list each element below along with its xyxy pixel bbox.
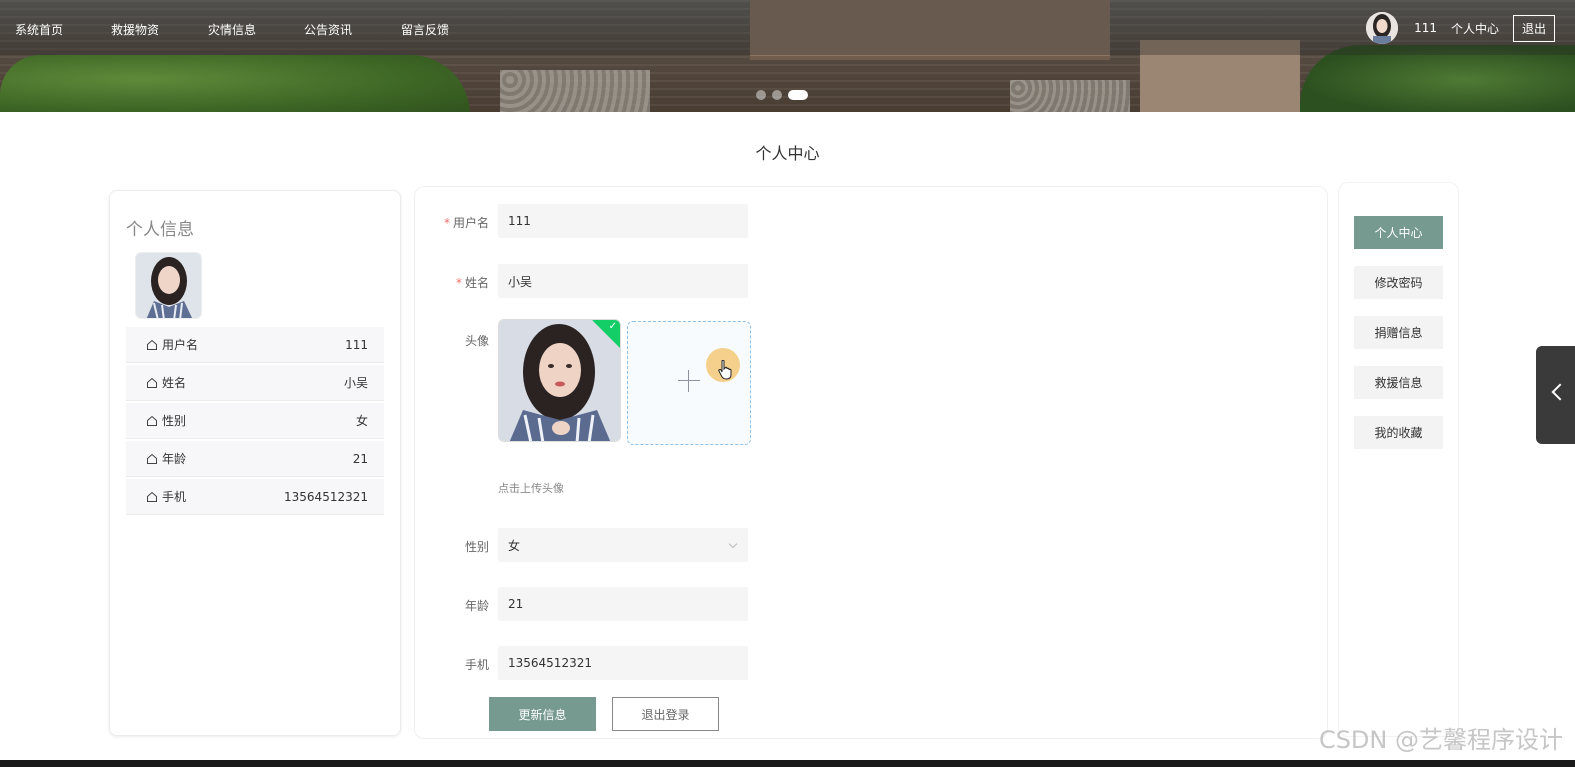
info-value: 21 (352, 451, 368, 466)
logout-button[interactable]: 退出 (1512, 14, 1555, 42)
bottom-edge (0, 760, 1575, 767)
uploaded-avatar-thumbnail[interactable]: ✓ (498, 319, 621, 442)
info-label: 年龄 (162, 452, 187, 466)
banner-hedge (0, 55, 470, 112)
home-icon (147, 491, 157, 502)
side-menu-change-password[interactable]: 修改密码 (1354, 266, 1443, 299)
info-label: 姓名 (162, 376, 187, 390)
username-label: * 用户名 (443, 216, 489, 230)
nav-item-home[interactable]: 系统首页 (15, 21, 63, 38)
watermark: CSDN @艺馨程序设计 (1318, 726, 1563, 754)
profile-panel: 个人信息 用户名 111 姓名 小吴 性别 女 年龄 21 手机 1356451… (109, 190, 401, 736)
name-field[interactable]: 小吴 (498, 264, 748, 298)
avatar-upload-button[interactable] (627, 321, 751, 445)
plus-icon (678, 370, 700, 392)
info-label: 性别 (162, 414, 187, 428)
info-row-username: 用户名 111 (126, 327, 384, 363)
phone-label: 手机 (464, 658, 489, 672)
info-label: 手机 (162, 490, 187, 504)
avatar-portrait (1366, 12, 1399, 44)
side-menu-rescue-info[interactable]: 救援信息 (1354, 366, 1443, 399)
info-row-name: 姓名 小吴 (126, 365, 384, 401)
logout-account-button[interactable]: 退出登录 (612, 697, 719, 731)
nav-item-feedback[interactable]: 留言反馈 (401, 21, 449, 38)
profile-title: 个人信息 (126, 220, 194, 240)
carousel-dot[interactable] (756, 90, 766, 100)
profile-form: *用户名 111 *姓名 小吴 头像 ✓ 点击上传头像 性别 女 年龄 21 (414, 186, 1328, 739)
age-label: 年龄 (464, 599, 489, 613)
info-label: 用户名 (162, 338, 199, 352)
home-icon (147, 377, 157, 388)
info-value: 小吴 (343, 376, 368, 390)
banner-carousel: 系统首页 救援物资 灾情信息 公告资讯 留言反馈 111 个人中心 退出 (0, 0, 1575, 112)
info-value: 女 (355, 414, 368, 428)
side-menu-favorites[interactable]: 我的收藏 (1354, 416, 1443, 449)
chevron-down-icon (728, 539, 738, 549)
banner-hedge (1300, 45, 1575, 112)
username-field[interactable]: 111 (498, 204, 748, 238)
side-menu: 个人中心 修改密码 捐赠信息 救援信息 我的收藏 (1338, 182, 1459, 737)
carousel-dot[interactable] (772, 90, 782, 100)
info-row-age: 年龄 21 (126, 441, 384, 477)
phone-field[interactable]: 13564512321 (498, 646, 748, 680)
name-label: * 姓名 (455, 276, 489, 290)
chevron-left-icon (1551, 383, 1569, 401)
info-row-phone: 手机 13564512321 (126, 479, 384, 515)
nav-item-news[interactable]: 公告资讯 (304, 21, 352, 38)
side-menu-donation-info[interactable]: 捐赠信息 (1354, 316, 1443, 349)
gender-label: 性别 (464, 540, 489, 554)
info-value: 111 (345, 337, 368, 352)
personal-center-link[interactable]: 个人中心 (1451, 20, 1499, 37)
home-icon (147, 339, 157, 350)
carousel-indicators (756, 90, 814, 100)
info-value: 13564512321 (284, 489, 368, 504)
nav-item-supplies[interactable]: 救援物资 (111, 21, 159, 38)
info-row-gender: 性别 女 (126, 403, 384, 439)
side-menu-personal-center[interactable]: 个人中心 (1354, 216, 1443, 249)
page-title: 个人中心 (755, 144, 820, 163)
uploaded-portrait (499, 320, 620, 441)
carousel-dot-active[interactable] (788, 90, 808, 100)
user-area: 111 个人中心 退出 (1366, 12, 1555, 44)
age-field[interactable]: 21 (498, 587, 748, 621)
home-icon (147, 453, 157, 464)
gender-value: 女 (508, 538, 521, 553)
profile-avatar (135, 252, 202, 319)
username: 111 (1414, 21, 1437, 35)
check-icon: ✓ (608, 321, 617, 332)
update-info-button[interactable]: 更新信息 (489, 697, 596, 731)
upload-hint: 点击上传头像 (498, 482, 564, 495)
avatar-label: 头像 (464, 334, 489, 348)
nav-item-disaster[interactable]: 灾情信息 (208, 21, 256, 38)
avatar[interactable] (1366, 12, 1399, 44)
home-icon (147, 415, 157, 426)
gender-select[interactable]: 女 (498, 528, 748, 562)
side-drawer-toggle[interactable] (1536, 346, 1575, 444)
top-nav: 系统首页 救援物资 灾情信息 公告资讯 留言反馈 111 个人中心 退出 (0, 0, 1575, 55)
banner-stones (500, 70, 650, 112)
banner-stones (1010, 80, 1130, 112)
hand-cursor-icon (718, 360, 732, 380)
profile-portrait (136, 253, 201, 318)
